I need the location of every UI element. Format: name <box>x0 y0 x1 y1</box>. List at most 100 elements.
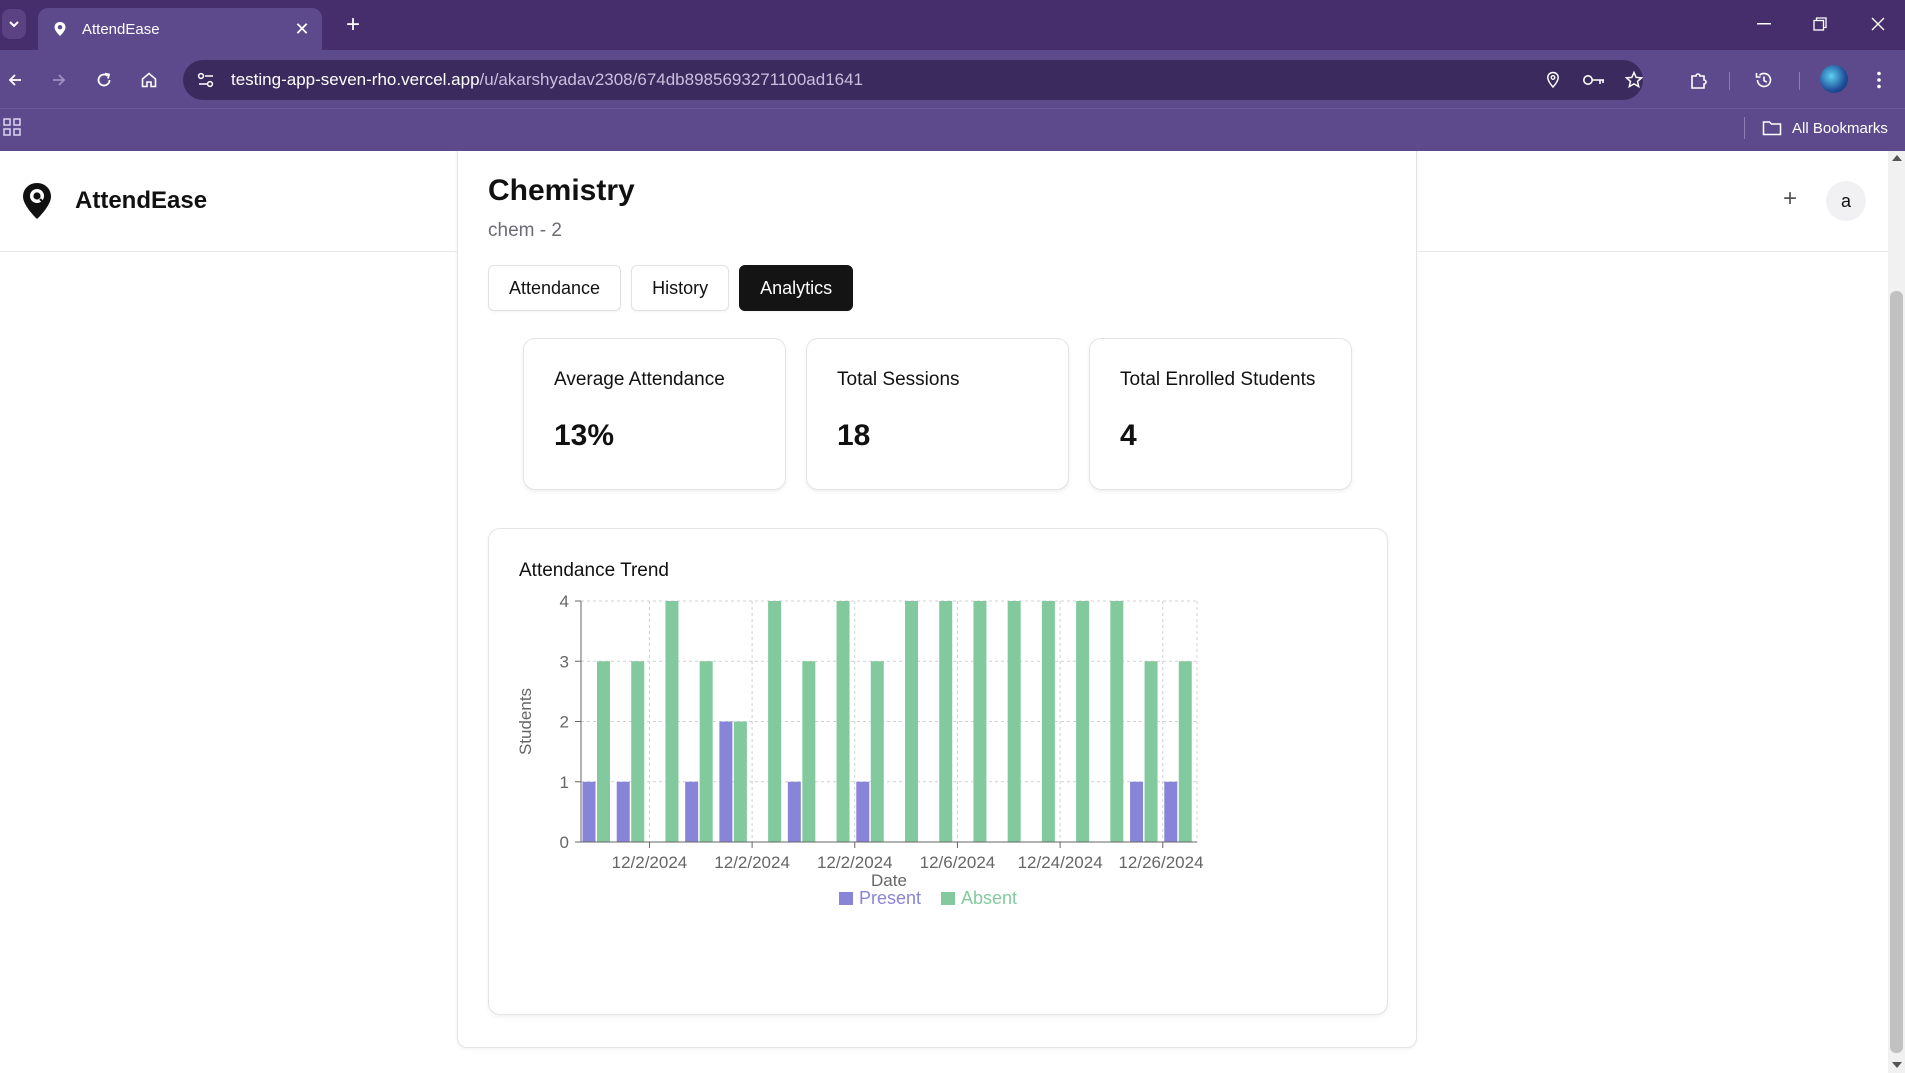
location-pin-logo-icon[interactable] <box>20 181 54 221</box>
tab-attendance[interactable]: Attendance <box>488 265 622 311</box>
class-tabs: Attendance History Analytics <box>488 265 854 311</box>
reload-icon[interactable] <box>90 66 118 94</box>
class-title: Chemistry <box>488 174 635 207</box>
bar-present <box>1130 781 1144 842</box>
location-icon[interactable] <box>1539 66 1567 94</box>
bar-present <box>582 781 596 842</box>
bar-absent <box>802 661 816 842</box>
bar-absent <box>905 601 918 842</box>
bar-absent <box>870 661 884 842</box>
x-tick-label: 12/6/2024 <box>920 853 996 872</box>
bar-present <box>719 721 733 842</box>
bar-absent <box>1178 661 1192 842</box>
all-bookmarks-button[interactable]: All Bookmarks <box>1762 115 1888 141</box>
tab-title: AttendEase <box>82 20 160 38</box>
legend-label-present: Present <box>859 888 921 908</box>
stat-value: 18 <box>837 419 871 452</box>
y-tick-label: 3 <box>560 652 569 671</box>
toolbar-divider <box>1729 72 1730 90</box>
stat-label: Total Sessions <box>837 369 960 390</box>
legend-swatch-absent <box>941 892 955 905</box>
stat-label: Total Enrolled Students <box>1120 369 1316 390</box>
bar-absent <box>1041 601 1055 842</box>
address-bar[interactable]: testing-app-seven-rho.vercel.app/u/akars… <box>183 60 1643 100</box>
profile-avatar[interactable] <box>1820 65 1848 93</box>
bar-absent <box>1076 601 1090 842</box>
stat-value: 4 <box>1120 419 1137 452</box>
page-scrollbar[interactable] <box>1888 151 1905 1073</box>
new-tab-button[interactable]: + <box>340 11 366 38</box>
bar-present <box>616 781 630 842</box>
scroll-up-arrow-icon[interactable] <box>1892 155 1902 161</box>
attendance-bar-chart: 0 1 2 3 4 12/2/2024 12/2/2024 12/2/2024 12/6/202… <box>516 592 1204 908</box>
scrollbar-thumb[interactable] <box>1890 291 1903 1053</box>
bar-absent <box>768 601 782 842</box>
class-card: Chemistry chem - 2 Attendance History An… <box>457 151 1417 1048</box>
user-avatar[interactable]: a <box>1826 181 1866 221</box>
bar-absent <box>1110 601 1124 842</box>
brand-name[interactable]: AttendEase <box>75 187 207 215</box>
add-class-button[interactable]: + <box>1776 185 1804 213</box>
site-settings-icon[interactable] <box>193 67 219 93</box>
toolbar-divider <box>1799 72 1800 90</box>
home-icon[interactable] <box>135 66 163 94</box>
bar-absent <box>1144 661 1158 842</box>
x-tick-label: 12/26/2024 <box>1118 853 1203 872</box>
bar-present <box>1164 781 1178 842</box>
restore-icon[interactable] <box>1800 10 1840 38</box>
stat-value: 13% <box>554 419 615 452</box>
bar-present <box>685 781 699 842</box>
bar-present <box>856 781 870 842</box>
browser-tab[interactable]: AttendEase ✕ <box>38 8 322 50</box>
page-viewport: AttendEase + a Chemistry chem - 2 Attend… <box>0 151 1888 1073</box>
class-subtitle: chem - 2 <box>488 220 562 241</box>
tab-analytics[interactable]: Analytics <box>739 265 854 311</box>
stat-card-average-attendance: Average Attendance 13% <box>523 338 786 490</box>
bookmarks-bar: All Bookmarks <box>0 108 1905 151</box>
more-menu-icon[interactable] <box>1864 65 1894 95</box>
bar-absent <box>939 601 953 842</box>
x-tick-label: 12/24/2024 <box>1018 853 1103 872</box>
extensions-puzzle-icon[interactable] <box>1684 65 1714 95</box>
legend-swatch-present <box>839 892 853 905</box>
bar-absent <box>699 661 713 842</box>
scroll-down-arrow-icon[interactable] <box>1892 1062 1902 1068</box>
bar-absent <box>733 721 747 842</box>
bar-absent <box>973 601 987 842</box>
bar-absent <box>1007 601 1021 842</box>
bar-present <box>787 781 801 842</box>
browser-tab-strip: AttendEase ✕ + <box>0 0 1905 50</box>
apps-grid-icon[interactable] <box>2 117 24 139</box>
tab-search-button[interactable] <box>2 9 26 39</box>
url-host: testing-app-seven-rho.vercel.app <box>231 70 480 89</box>
y-tick-label: 1 <box>560 773 569 792</box>
y-tick-label: 4 <box>560 592 569 611</box>
bar-absent <box>836 601 850 842</box>
y-tick-label: 0 <box>560 833 569 852</box>
stat-card-total-sessions: Total Sessions 18 <box>806 338 1069 490</box>
x-tick-label: 12/2/2024 <box>714 853 790 872</box>
minimize-icon[interactable] <box>1744 10 1784 38</box>
back-arrow-icon[interactable] <box>1 66 29 94</box>
legend-label-absent: Absent <box>961 888 1017 908</box>
bar-absent <box>597 661 610 842</box>
password-key-icon[interactable] <box>1580 66 1608 94</box>
attendance-trend-card: Attendance Trend 0 1 2 3 4 12/2/2024 12/2/2024… <box>488 528 1388 1015</box>
x-tick-label: 12/2/2024 <box>612 853 688 872</box>
stat-card-total-enrolled: Total Enrolled Students 4 <box>1089 338 1352 490</box>
url-path: /u/akarshyadav2308/674db8985693271100ad1… <box>479 70 864 89</box>
bookmark-star-icon[interactable] <box>1620 66 1648 94</box>
location-pin-icon <box>52 21 68 37</box>
bookmarks-divider <box>1744 117 1745 139</box>
all-bookmarks-label: All Bookmarks <box>1792 119 1888 137</box>
bar-absent <box>631 661 645 842</box>
close-icon[interactable]: ✕ <box>292 19 312 39</box>
bar-absent <box>665 601 679 842</box>
x-tick-label: 12/2/2024 <box>817 853 893 872</box>
forward-arrow-icon[interactable] <box>45 66 73 94</box>
history-icon[interactable] <box>1749 65 1779 95</box>
tab-history[interactable]: History <box>631 265 730 311</box>
folder-icon <box>1762 118 1782 138</box>
y-tick-label: 2 <box>560 713 569 732</box>
window-close-icon[interactable] <box>1858 10 1898 38</box>
